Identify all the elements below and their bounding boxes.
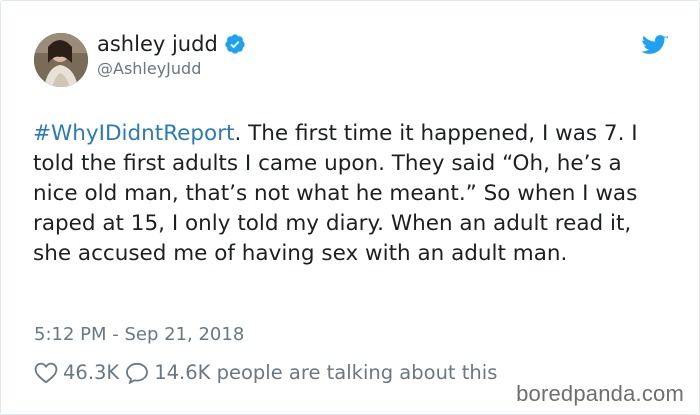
twitter-bird-icon[interactable] [642,35,669,57]
watermark: boredpanda.com [516,381,684,406]
tweet-actions: 46.3K 14.6K people are talking about thi… [34,360,503,386]
heart-icon [34,362,58,384]
tweet-text: #WhyIDidntReport. The first time it happ… [33,119,673,269]
hashtag-link[interactable]: #WhyIDidntReport [33,121,234,146]
like-count: 46.3K [63,361,120,384]
display-name[interactable]: ashley judd [97,31,246,57]
display-name-text[interactable]: ashley judd [97,31,218,57]
talking-count: 14.6K people are talking about this [154,361,498,384]
reply-action[interactable]: 14.6K people are talking about this [125,360,497,386]
speech-bubble-icon [126,362,149,384]
like-action[interactable]: 46.3K [34,360,119,386]
avatar[interactable] [34,33,88,87]
verified-badge-icon [225,34,245,54]
user-handle[interactable]: @AshleyJudd [97,59,201,79]
tweet-card: ashley judd @AshleyJudd #WhyIDidntReport… [0,0,700,415]
tweet-timestamp[interactable]: 5:12 PM - Sep 21, 2018 [34,323,244,347]
